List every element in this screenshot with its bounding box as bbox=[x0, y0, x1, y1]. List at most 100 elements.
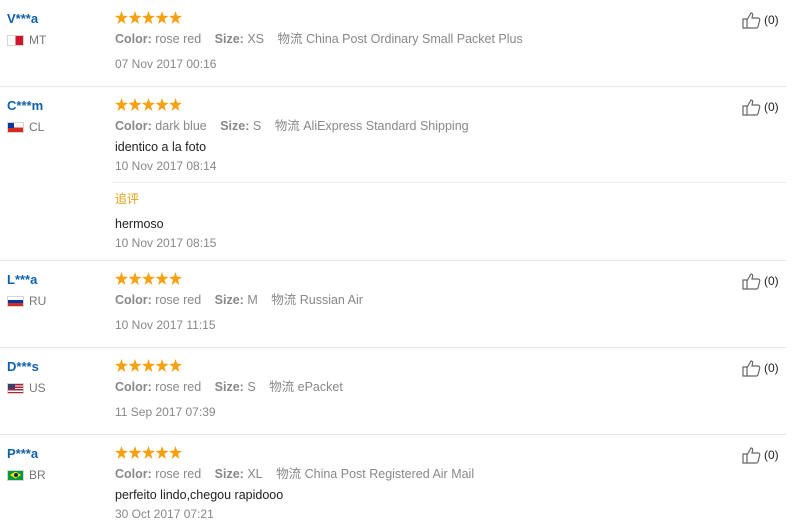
reviewer-info: L***a RU bbox=[7, 272, 46, 308]
reviewer-info: D***s US bbox=[7, 359, 46, 395]
star-icon bbox=[155, 272, 169, 285]
reviewer-country: RU bbox=[7, 294, 46, 308]
star-icon bbox=[142, 446, 155, 459]
star-icon bbox=[169, 446, 182, 459]
country-code: BR bbox=[29, 468, 46, 482]
review-divider bbox=[0, 260, 786, 261]
star-icon bbox=[142, 98, 155, 111]
star-icon bbox=[128, 446, 142, 459]
reviewer-name[interactable]: D***s bbox=[7, 359, 39, 375]
followup-label: 追评 bbox=[115, 192, 140, 206]
star-rating bbox=[115, 446, 183, 459]
reviewer-name[interactable]: C***m bbox=[7, 98, 43, 114]
shipping-value: ePacket bbox=[297, 380, 343, 394]
review-comment: identico a la foto bbox=[115, 140, 207, 154]
review-date: 10 Nov 2017 11:15 bbox=[115, 318, 216, 332]
reviewer-country: US bbox=[7, 381, 46, 395]
shipping-label: 物流 bbox=[274, 119, 300, 133]
star-rating bbox=[115, 11, 183, 24]
helpful-count: (0) bbox=[764, 448, 779, 462]
thumbs-up-icon bbox=[742, 447, 761, 464]
reviewer-name[interactable]: V***a bbox=[7, 11, 38, 27]
color-value: rose red bbox=[155, 293, 202, 307]
reviewer-info: V***a MT bbox=[7, 11, 46, 47]
helpful-count: (0) bbox=[764, 361, 779, 375]
thumbs-up-icon bbox=[742, 360, 761, 377]
helpful-button[interactable]: (0) bbox=[742, 11, 779, 29]
country-code: RU bbox=[29, 294, 47, 308]
shipping-label: 物流 bbox=[269, 380, 295, 394]
shipping-value: Russian Air bbox=[299, 293, 363, 307]
star-icon bbox=[128, 359, 142, 372]
helpful-count: (0) bbox=[764, 274, 779, 288]
review-date: 30 Oct 2017 07:21 bbox=[115, 507, 214, 521]
star-icon bbox=[169, 359, 182, 372]
reviewer-info: P***a BR bbox=[7, 446, 46, 482]
russia-flag-icon bbox=[7, 295, 24, 307]
color-value: rose red bbox=[155, 380, 202, 394]
size-label: Size: bbox=[214, 32, 244, 46]
reviewer-info: C***m CL bbox=[7, 98, 44, 134]
star-rating bbox=[115, 359, 183, 372]
helpful-count: (0) bbox=[764, 100, 779, 114]
review-divider bbox=[0, 347, 786, 348]
country-code: MT bbox=[29, 33, 47, 47]
chile-flag-icon bbox=[7, 121, 24, 133]
reviewer-name[interactable]: L***a bbox=[7, 272, 37, 288]
size-label: Size: bbox=[214, 380, 244, 394]
country-code: CL bbox=[29, 120, 45, 134]
color-label: Color: bbox=[115, 119, 152, 133]
followup-divider bbox=[112, 182, 786, 183]
color-value: rose red bbox=[155, 32, 202, 46]
helpful-button[interactable]: (0) bbox=[742, 359, 779, 377]
star-icon bbox=[155, 359, 169, 372]
shipping-value: China Post Registered Air Mail bbox=[304, 467, 475, 481]
order-attributes: Color: dark blue Size: S 物流 AliExpress S… bbox=[115, 118, 469, 134]
helpful-button[interactable]: (0) bbox=[742, 272, 779, 290]
star-icon bbox=[128, 11, 142, 24]
order-attributes: Color: rose red Size: M 物流 Russian Air bbox=[115, 292, 363, 308]
star-rating bbox=[115, 272, 183, 285]
star-icon bbox=[142, 11, 155, 24]
color-label: Color: bbox=[115, 467, 152, 481]
star-icon bbox=[115, 446, 128, 459]
star-icon bbox=[115, 272, 128, 285]
followup-comment: hermoso bbox=[115, 217, 164, 231]
helpful-button[interactable]: (0) bbox=[742, 98, 779, 116]
star-icon bbox=[155, 98, 169, 111]
size-label: Size: bbox=[214, 293, 244, 307]
star-icon bbox=[128, 272, 142, 285]
helpful-button[interactable]: (0) bbox=[742, 446, 779, 464]
star-icon bbox=[115, 98, 128, 111]
reviewer-name[interactable]: P***a bbox=[7, 446, 38, 462]
star-rating bbox=[115, 98, 183, 111]
size-value: S bbox=[252, 119, 262, 133]
star-icon bbox=[169, 11, 182, 24]
thumbs-up-icon bbox=[742, 99, 761, 116]
star-icon bbox=[169, 272, 182, 285]
review-date: 11 Sep 2017 07:39 bbox=[115, 405, 216, 419]
size-label: Size: bbox=[220, 119, 250, 133]
shipping-label: 物流 bbox=[277, 32, 303, 46]
shipping-label: 物流 bbox=[276, 467, 302, 481]
brazil-flag-icon bbox=[7, 469, 24, 481]
size-value: XL bbox=[247, 467, 263, 481]
review-divider bbox=[0, 86, 786, 87]
star-icon bbox=[142, 359, 155, 372]
color-label: Color: bbox=[115, 32, 152, 46]
color-label: Color: bbox=[115, 293, 152, 307]
thumbs-up-icon bbox=[742, 12, 761, 29]
shipping-value: China Post Ordinary Small Packet Plus bbox=[305, 32, 523, 46]
shipping-label: 物流 bbox=[271, 293, 297, 307]
color-label: Color: bbox=[115, 380, 152, 394]
malta-flag-icon bbox=[7, 34, 24, 46]
order-attributes: Color: rose red Size: S 物流 ePacket bbox=[115, 379, 343, 395]
usa-flag-icon bbox=[7, 382, 24, 394]
shipping-value: AliExpress Standard Shipping bbox=[303, 119, 469, 133]
size-value: XS bbox=[247, 32, 264, 46]
order-attributes: Color: rose red Size: XL 物流 China Post R… bbox=[115, 466, 474, 482]
size-value: M bbox=[247, 293, 258, 307]
order-attributes: Color: rose red Size: XS 物流 China Post O… bbox=[115, 31, 523, 47]
reviewer-country: CL bbox=[7, 120, 44, 134]
color-value: rose red bbox=[155, 467, 202, 481]
